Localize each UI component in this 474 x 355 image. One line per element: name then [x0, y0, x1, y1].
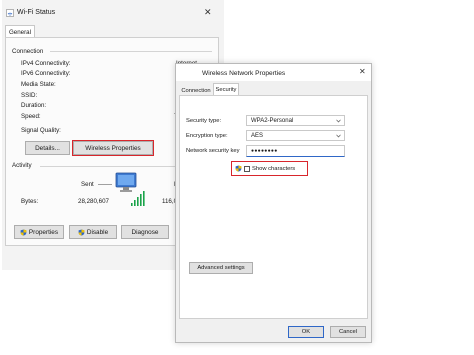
encryption-type-label: Encryption type:: [186, 133, 228, 139]
advanced-settings-label: Advanced settings: [197, 265, 245, 271]
wireless-properties-window: Wireless Network Properties ✕ Connection…: [175, 63, 372, 343]
duration-label: Duration:: [21, 102, 47, 109]
close-icon[interactable]: ✕: [359, 67, 366, 76]
network-computer-icon: [115, 172, 145, 206]
security-type-select[interactable]: WPA2-Personal: [246, 115, 345, 126]
cancel-button[interactable]: Cancel: [330, 326, 366, 338]
disable-button-label: Disable: [86, 228, 109, 236]
chevron-down-icon: [336, 134, 341, 138]
signal-quality-label: Signal Quality:: [21, 127, 61, 134]
shield-icon: [235, 165, 242, 172]
details-button-label: Details...: [35, 144, 60, 152]
tab-general-label: General: [8, 28, 31, 36]
properties-button[interactable]: Properties: [14, 225, 64, 239]
ok-button-label: OK: [301, 329, 311, 335]
wireless-properties-button[interactable]: Wireless Properties: [72, 140, 154, 156]
ipv6-label: IPv6 Connectivity:: [21, 70, 71, 77]
security-panel: Security type: WPA2-Personal Encryption …: [179, 95, 368, 319]
wireless-properties-label: Wireless Properties: [85, 144, 141, 152]
network-key-value: ●●●●●●●●: [251, 148, 278, 154]
network-key-label: Network security key: [186, 148, 240, 154]
tab-connection-label: Connection: [181, 87, 211, 94]
ok-button[interactable]: OK: [288, 326, 324, 338]
wireless-window-title: Wireless Network Properties: [202, 70, 286, 77]
show-characters-label: Show characters: [252, 165, 296, 172]
wifi-title-bar: Wi-Fi Status ✕: [2, 0, 224, 24]
shield-icon: [78, 228, 85, 236]
connection-divider: [50, 51, 212, 52]
diagnose-button-label: Diagnose: [131, 228, 159, 236]
properties-button-label: Properties: [28, 228, 59, 236]
security-type-label: Security type:: [186, 118, 222, 124]
diagnose-button[interactable]: Diagnose: [121, 225, 169, 239]
ipv4-label: IPv4 Connectivity:: [21, 60, 71, 67]
speed-label: Speed:: [21, 113, 41, 120]
close-icon[interactable]: ✕: [204, 7, 212, 18]
connection-heading: Connection: [12, 48, 44, 55]
wireless-title-bar: Wireless Network Properties ✕: [176, 64, 371, 81]
encryption-type-value: AES: [251, 132, 264, 139]
shield-icon: [20, 228, 27, 236]
wifi-window-title: Wi-Fi Status: [17, 9, 56, 16]
sent-line: [98, 184, 112, 185]
show-characters-option[interactable]: Show characters: [231, 161, 308, 176]
cancel-button-label: Cancel: [338, 329, 358, 335]
bytes-sent-value: 28,280,607: [78, 198, 109, 205]
wifi-app-icon: [6, 9, 14, 17]
security-type-value: WPA2-Personal: [251, 117, 294, 124]
advanced-settings-button[interactable]: Advanced settings: [189, 262, 253, 274]
activity-heading: Activity: [12, 162, 32, 169]
tab-security-label: Security: [215, 87, 237, 93]
media-state-label: Media State:: [21, 81, 56, 88]
ssid-label: SSID:: [21, 92, 38, 99]
network-key-input[interactable]: ●●●●●●●●: [246, 145, 345, 157]
disable-button[interactable]: Disable: [69, 225, 117, 239]
chevron-down-icon: [336, 119, 341, 123]
details-button[interactable]: Details...: [25, 141, 70, 155]
bytes-label: Bytes:: [21, 198, 39, 205]
show-characters-checkbox[interactable]: [244, 165, 250, 172]
sent-label: Sent: [81, 181, 94, 188]
encryption-type-select[interactable]: AES: [246, 130, 345, 141]
